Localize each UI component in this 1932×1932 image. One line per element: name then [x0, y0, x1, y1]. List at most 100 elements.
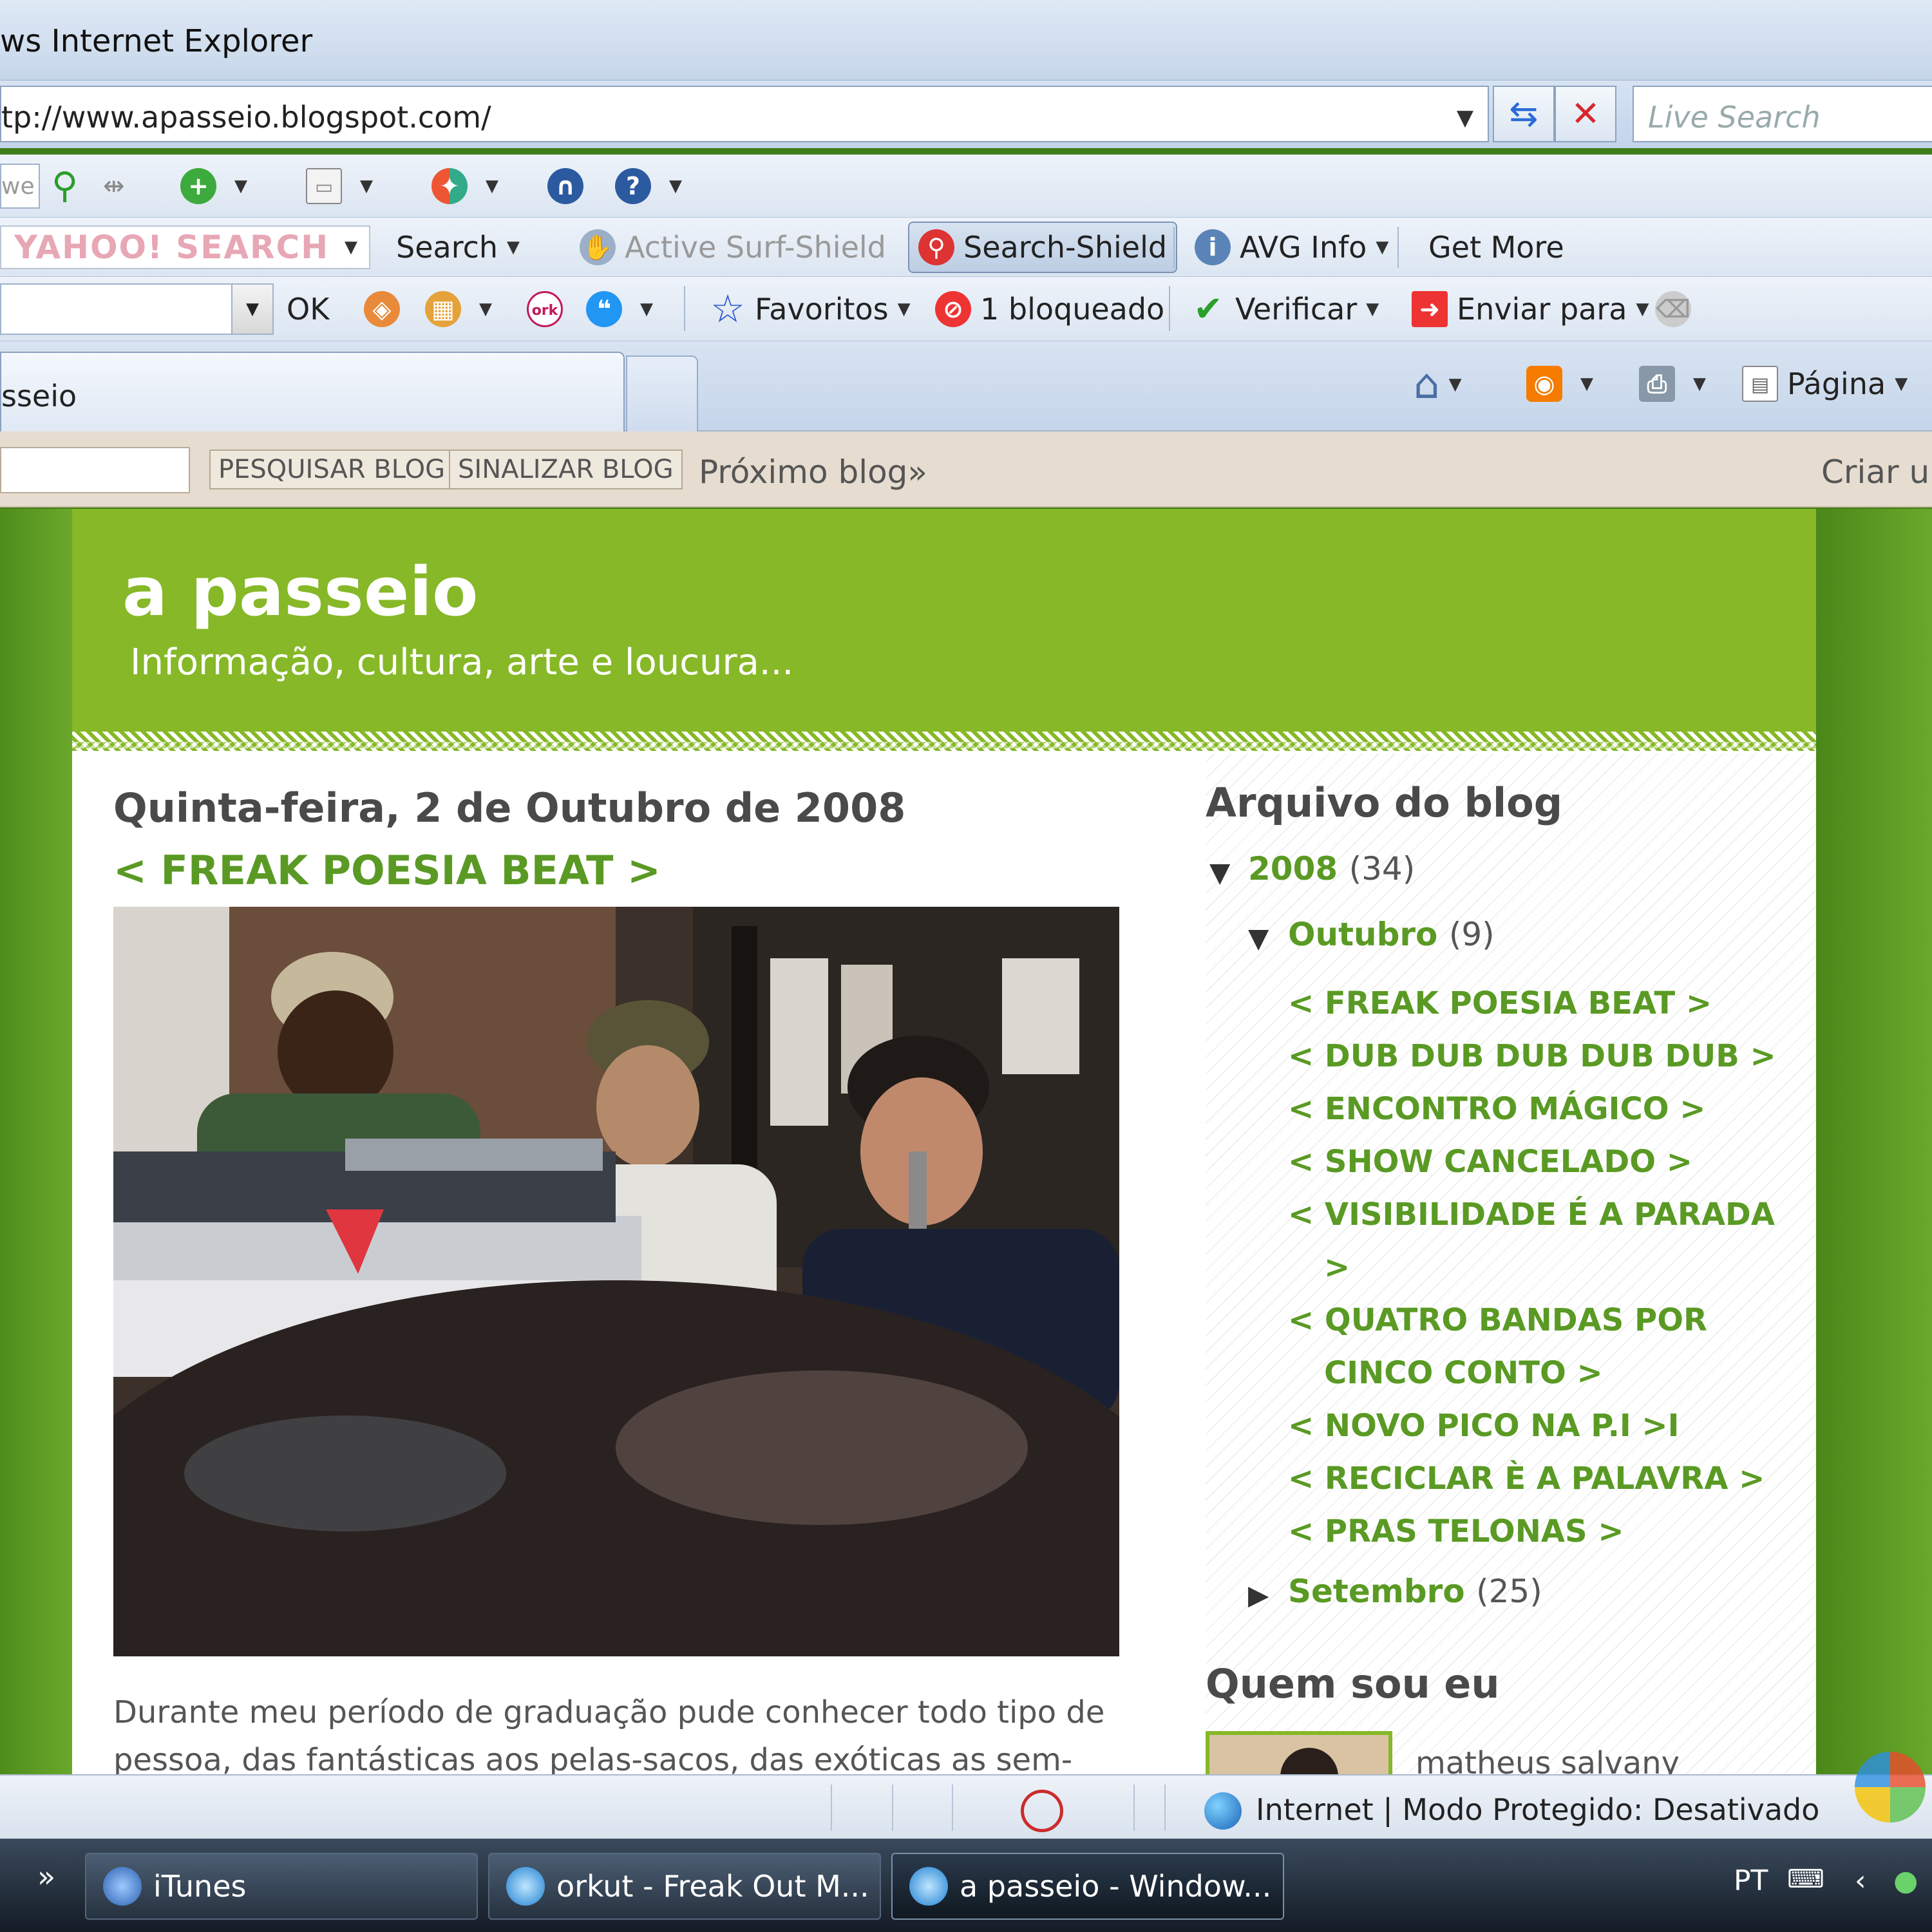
profile-photo[interactable] [1206, 1731, 1392, 1774]
verificar-button[interactable]: ✔ Verificar ▼ [1190, 277, 1379, 341]
windows-logo-icon[interactable] [1855, 1752, 1926, 1823]
stop-button[interactable]: ✕ [1555, 86, 1616, 142]
toolbar-separator [1397, 227, 1399, 268]
home-button[interactable]: ⌂ ▼ [1414, 361, 1462, 408]
favoritos-button[interactable]: ☆ Favoritos ▼ [710, 277, 911, 341]
search-shield-button[interactable]: ⚲ Search-Shield [908, 222, 1178, 273]
toolbar-search-stub[interactable]: we [0, 164, 40, 209]
archive-post-link[interactable]: < QUATRO BANDAS POR [1288, 1302, 1707, 1338]
archive-post-link[interactable]: < PRAS TELONAS > [1288, 1513, 1624, 1549]
send-icon: ➜ [1412, 290, 1448, 327]
verificar-label: Verificar [1235, 291, 1358, 327]
new-tab-button[interactable] [626, 355, 698, 431]
yahoo-search-button[interactable]: Search ▼ [396, 218, 520, 276]
messenger-button[interactable]: ✦ ▼ [431, 155, 498, 217]
archive-post-link[interactable]: < SHOW CANCELADO > [1288, 1144, 1692, 1180]
toolbar-1: we ⚲ ⇹ + ▼ ▭ ▼ ✦ ▼ ∩ ? ▼ [0, 155, 1932, 218]
collapse-year-icon[interactable]: ▼ [1209, 857, 1230, 888]
avg-icon: i [1195, 229, 1231, 265]
yahoo-logo: YAHOO! SEARCH [14, 229, 330, 266]
archive-post-link[interactable]: > [1324, 1249, 1350, 1285]
privacy-eye-icon[interactable] [1021, 1790, 1063, 1832]
resize-icon[interactable]: ⇹ [103, 155, 125, 217]
blog-search-input[interactable] [0, 447, 190, 493]
language-indicator[interactable]: PT [1734, 1864, 1768, 1897]
window-titlebar: ws Internet Explorer [0, 0, 1932, 80]
archive-month[interactable]: Outubro (9) [1288, 916, 1495, 953]
blocks-icon: ▦ [425, 290, 461, 327]
archive-year[interactable]: 2008 (34) [1248, 850, 1415, 887]
extension-2-button[interactable]: ▦ ▼ [425, 277, 492, 341]
profile-name[interactable]: matheus salvany [1416, 1745, 1680, 1774]
criar-blog-link[interactable]: Criar ur [1821, 453, 1932, 491]
archive-post-link[interactable]: < RECICLAR È A PALAVRA > [1288, 1461, 1765, 1497]
address-bar[interactable]: tp://www.apasseio.blogspot.com/ ▼ [0, 86, 1489, 142]
avg-info-button[interactable]: i AVG Info ▼ [1195, 218, 1388, 276]
taskbar-item-orkut[interactable]: orkut - Freak Out M... [488, 1853, 881, 1920]
tray-expand-icon[interactable]: ‹ [1855, 1864, 1866, 1897]
feeds-button[interactable]: ◉ ▼ [1526, 366, 1593, 402]
chevron-down-icon: ▼ [1376, 237, 1389, 257]
archive-prev-month[interactable]: Setembro (25) [1288, 1573, 1542, 1610]
enviar-para-button[interactable]: ➜ Enviar para ▼ [1412, 277, 1649, 341]
live-search-input[interactable]: Live Search [1633, 86, 1932, 142]
keyboard-icon[interactable]: ⌨ [1787, 1864, 1824, 1894]
taskbar-item-apasseio[interactable]: a passeio - Window... [891, 1853, 1284, 1920]
star-icon: ☆ [710, 286, 745, 332]
orkut-button[interactable]: ork [527, 277, 572, 341]
help-button[interactable]: ? ▼ [615, 155, 682, 217]
ok-button[interactable]: OK [287, 277, 329, 341]
address-dropdown-icon[interactable]: ▼ [1457, 105, 1473, 131]
collapse-month-icon[interactable]: ▼ [1248, 922, 1269, 954]
extension-1-button[interactable]: ◈ [364, 277, 409, 341]
pesquisar-blog-button[interactable]: PESQUISAR BLOG [209, 450, 455, 489]
refresh-button[interactable]: ⇆ [1493, 86, 1555, 142]
archive-post-link[interactable]: < DUB DUB DUB DUB DUB > [1288, 1038, 1776, 1074]
blog-content: a passeio Informação, cultura, arte e lo… [72, 509, 1816, 1774]
chevron-down-icon: ▼ [1448, 375, 1462, 394]
toolbar-combo-input[interactable]: ▼ [0, 283, 274, 335]
chevron-down-icon[interactable]: ▼ [231, 285, 272, 334]
archive-heading: Arquivo do blog [1206, 779, 1563, 826]
support-button[interactable]: ∩ [547, 155, 592, 217]
pagina-label: Página [1787, 366, 1886, 401]
archive-post-link[interactable]: < ENCONTRO MÁGICO > [1288, 1091, 1705, 1127]
add-button[interactable]: + ▼ [180, 155, 247, 217]
window-title: ws Internet Explorer [0, 23, 313, 59]
post-photo-image [113, 907, 1119, 1656]
security-zone-label[interactable]: Internet | Modo Protegido: Desativado [1256, 1792, 1819, 1827]
archive-post-link[interactable]: < FREAK POESIA BEAT > [1288, 985, 1712, 1021]
proximo-blog-link[interactable]: Próximo blog» [699, 453, 927, 491]
plus-icon: + [180, 167, 216, 204]
archive-post-link[interactable]: < NOVO PICO NA P.I >I [1288, 1408, 1680, 1444]
chevron-down-icon: ▼ [1693, 374, 1706, 393]
blocked-icon: ⊘ [935, 290, 971, 327]
status-divider [1133, 1785, 1135, 1831]
archive-post-link[interactable]: < VISIBILIDADE É A PARADA [1288, 1197, 1775, 1233]
chat-button[interactable]: ❝ ▼ [586, 277, 653, 341]
archive-post-link[interactable]: CINCO CONTO > [1324, 1355, 1603, 1391]
address-url[interactable]: tp://www.apasseio.blogspot.com/ [1, 100, 491, 135]
post-photo[interactable] [113, 907, 1119, 1656]
chevron-down-icon[interactable]: ▼ [345, 238, 357, 257]
active-surf-shield-button[interactable]: ✋ Active Surf-Shield [580, 218, 886, 276]
pagina-button[interactable]: ▤ Página ▼ [1742, 366, 1908, 402]
get-more-button[interactable]: Get More [1428, 218, 1564, 276]
taskbar-overflow-icon[interactable]: » [37, 1859, 55, 1894]
chevron-down-icon: ▼ [486, 176, 498, 196]
network-user-icon[interactable]: ● [1893, 1864, 1918, 1897]
blog-title[interactable]: a passeio [122, 553, 478, 631]
card-button[interactable]: ▭ ▼ [306, 155, 373, 217]
popup-blocker-button[interactable]: ⊘ 1 bloqueado [935, 277, 1164, 341]
status-divider [952, 1785, 953, 1831]
print-button[interactable]: ⎙ ▼ [1639, 366, 1706, 402]
tab-active[interactable]: sseio [0, 352, 625, 431]
sinalizar-blog-button[interactable]: SINALIZAR BLOG [449, 450, 683, 489]
eraser-button[interactable]: ⌫ [1655, 277, 1700, 341]
search-icon[interactable]: ⚲ [52, 155, 78, 217]
taskbar-item-itunes[interactable]: iTunes [85, 1853, 478, 1920]
yahoo-search-box[interactable]: YAHOO! SEARCH ▼ [0, 225, 370, 269]
post-title[interactable]: < FREAK POESIA BEAT > [113, 847, 661, 894]
expand-month-icon[interactable]: ▶ [1248, 1579, 1269, 1611]
blog-description: Informação, cultura, arte e loucura... [130, 641, 794, 683]
